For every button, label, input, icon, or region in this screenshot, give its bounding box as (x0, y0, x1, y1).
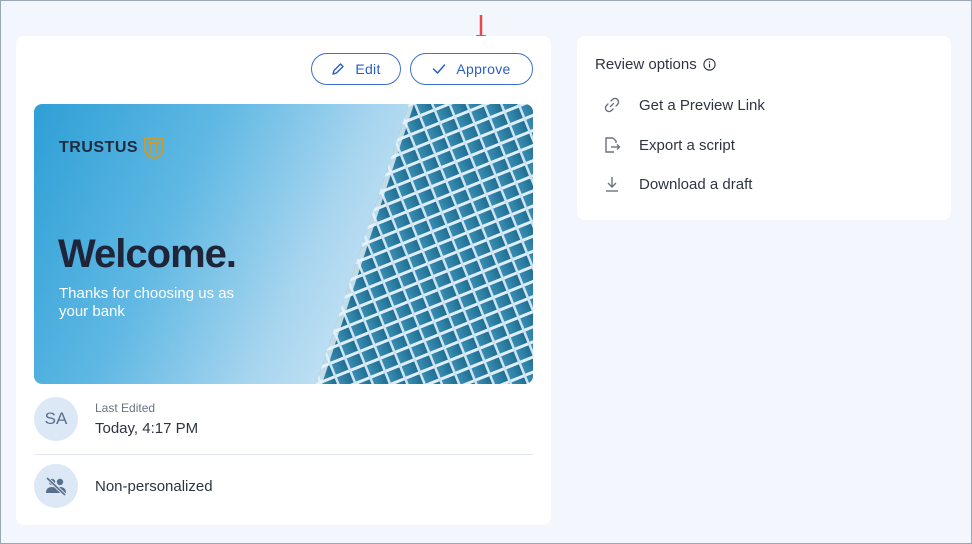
edit-button-label: Edit (355, 61, 381, 77)
no-users-icon (34, 464, 78, 508)
shield-logo-icon (144, 137, 165, 159)
template-preview-image: TRUSTUS Welcome. Thanks for choosing us … (34, 104, 533, 384)
last-edited-value: Today, 4:17 PM (95, 420, 199, 437)
export-icon (605, 137, 621, 153)
last-edited-label: Last Edited (95, 401, 156, 415)
option-label: Download a draft (639, 175, 753, 193)
approve-button-label: Approve (456, 61, 511, 77)
template-card: Edit Approve TRUSTUS Welcome. Thanks for… (16, 36, 551, 525)
last-edited-row: SA Last Edited Today, 4:17 PM (34, 397, 198, 441)
approve-button[interactable]: Approve (410, 53, 533, 85)
option-label: Get a Preview Link (639, 96, 765, 114)
download-icon (606, 177, 618, 192)
export-script-option[interactable]: Export a script (603, 136, 735, 154)
personalization-row: Non-personalized (34, 464, 213, 508)
download-draft-option[interactable]: Download a draft (603, 175, 752, 193)
brand-name: TRUSTUS (59, 139, 139, 156)
banner-tagline: Thanks for choosing us as your bank (59, 285, 235, 320)
get-preview-link-option[interactable]: Get a Preview Link (603, 96, 765, 114)
review-options-header: Review options (595, 56, 716, 73)
check-icon (433, 64, 446, 74)
review-options-title: Review options (595, 56, 697, 73)
divider (34, 454, 533, 455)
banner-headline: Welcome. (58, 232, 237, 276)
link-icon (604, 97, 620, 113)
brand-logo: TRUSTUS (59, 137, 165, 159)
info-icon[interactable] (703, 58, 716, 71)
edit-button[interactable]: Edit (311, 53, 401, 85)
pencil-icon (332, 63, 345, 75)
personalization-value: Non-personalized (95, 477, 213, 495)
avatar: SA (34, 397, 78, 441)
option-label: Export a script (639, 136, 735, 154)
review-options-panel: Review options Get a Preview Link Export… (577, 36, 951, 220)
